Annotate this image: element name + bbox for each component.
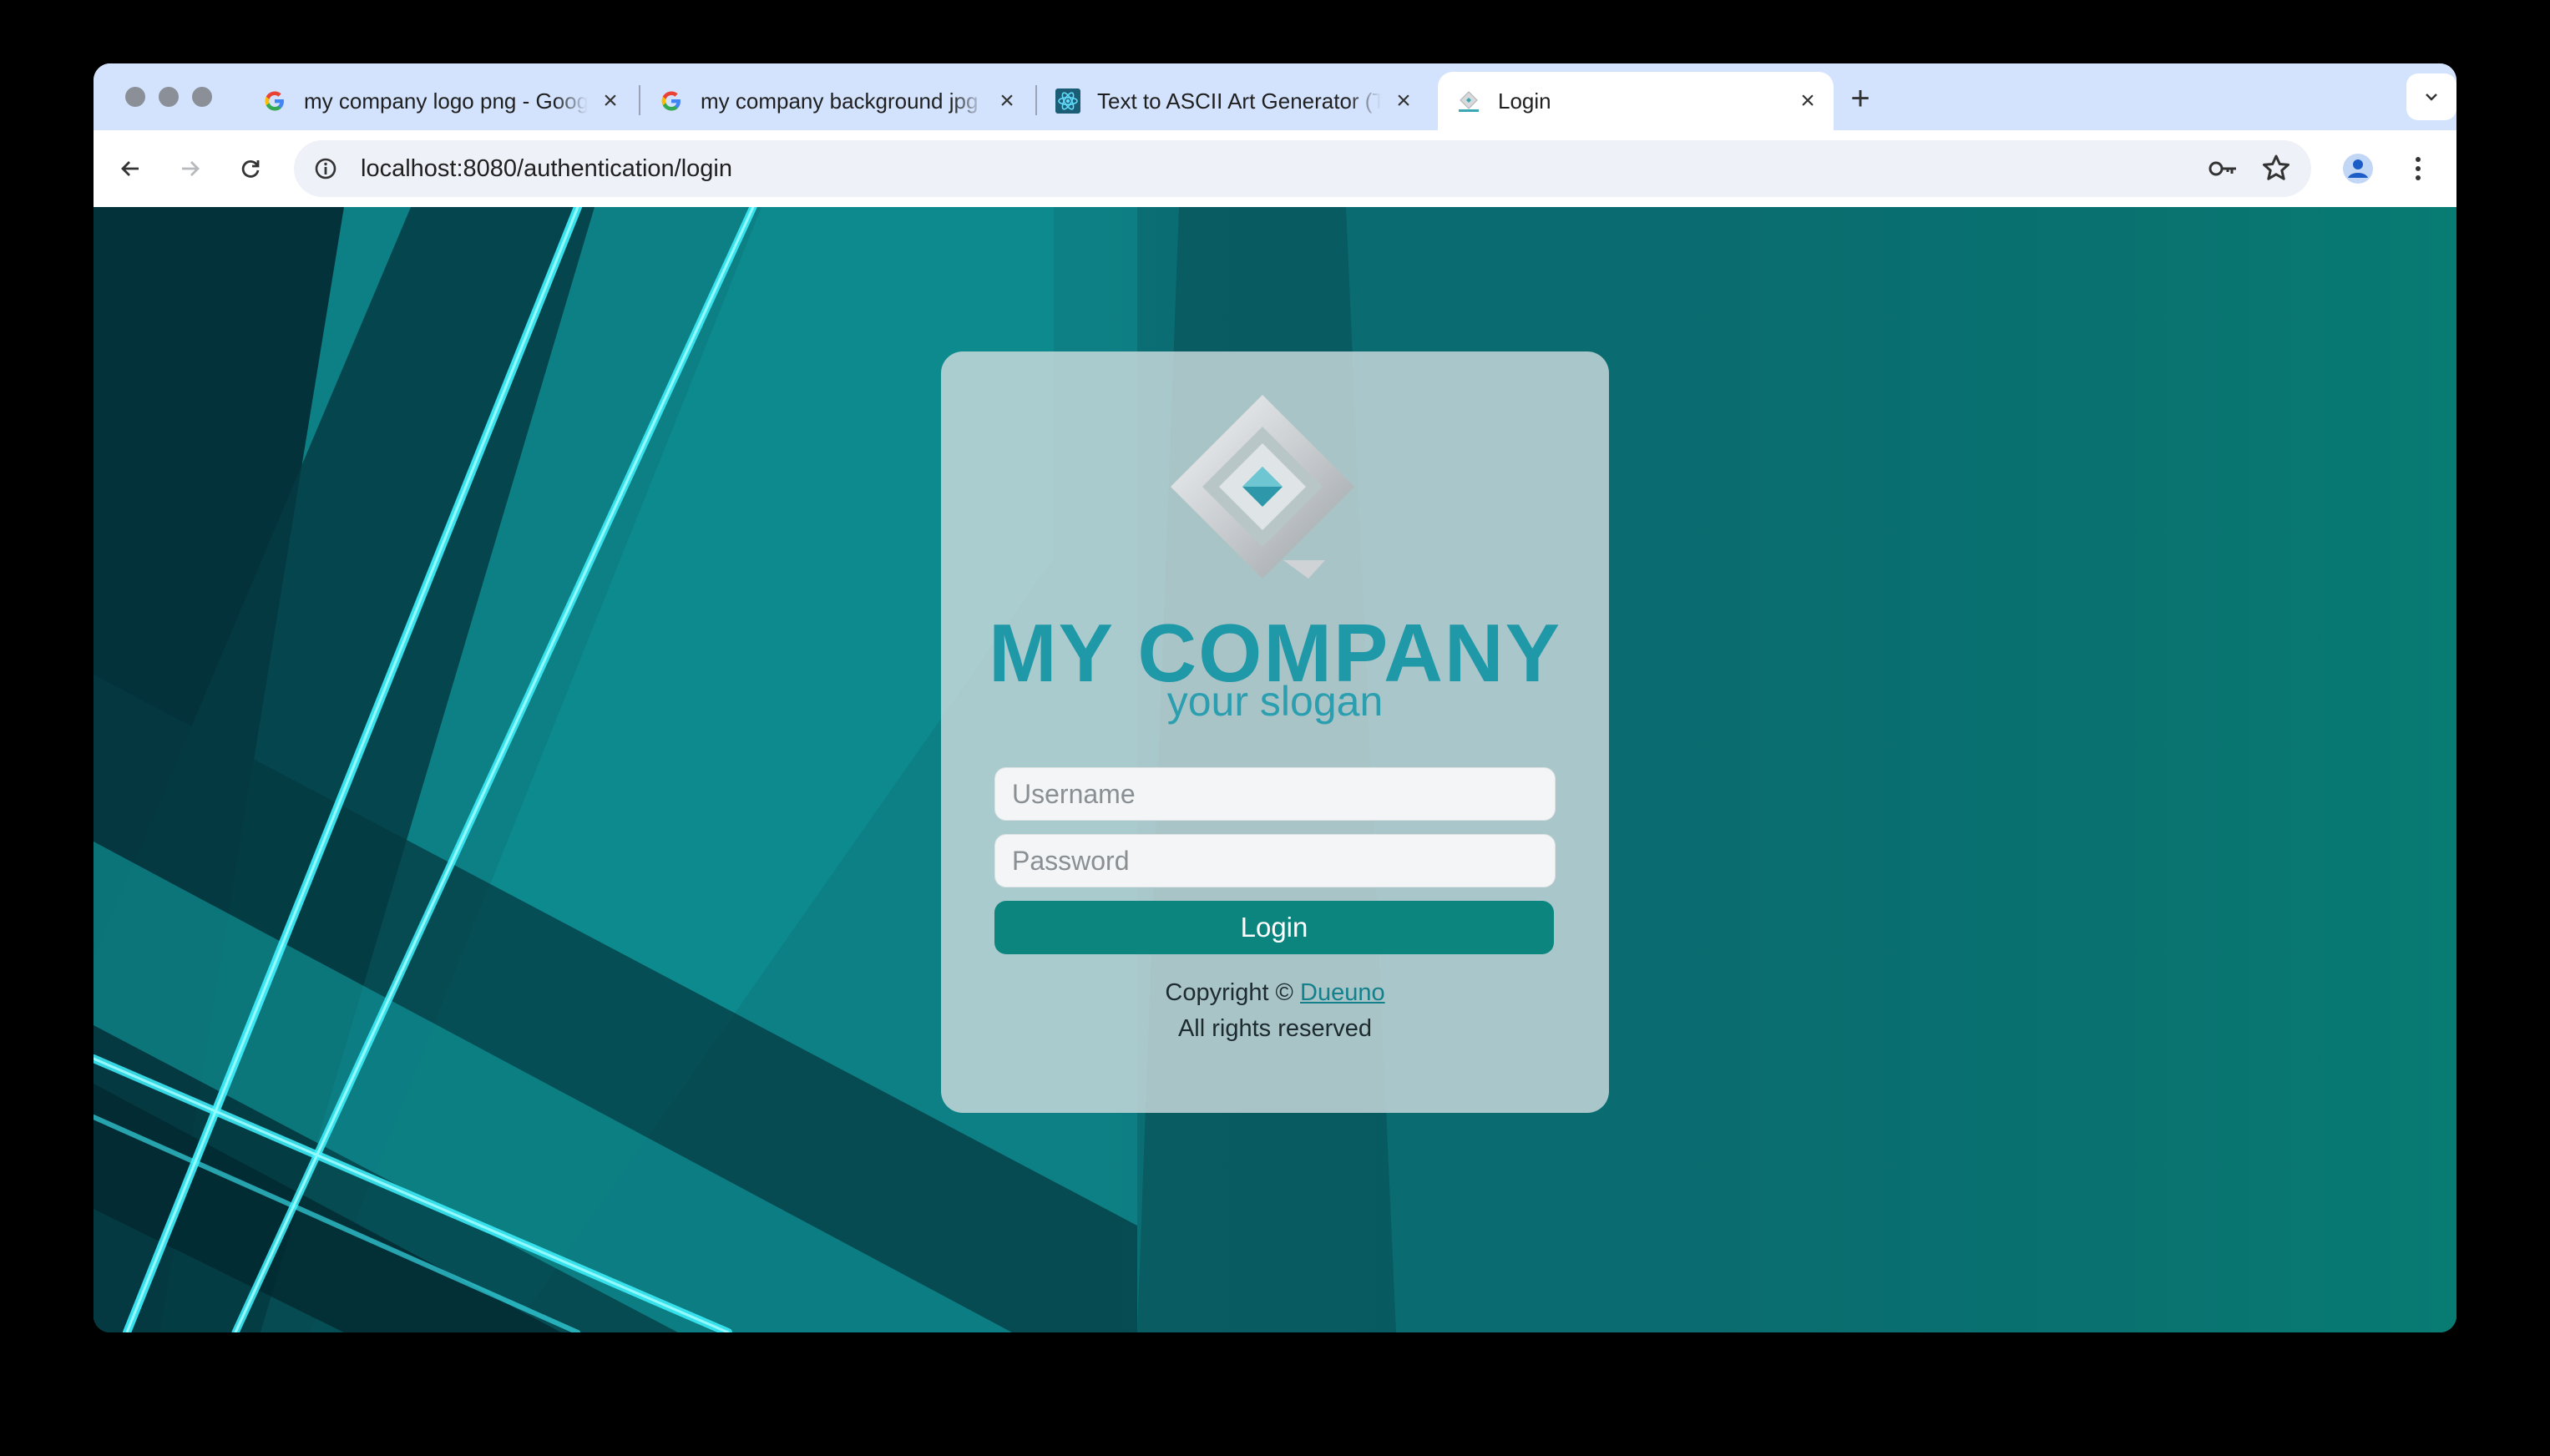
react-icon (1055, 88, 1080, 114)
tab-search-button[interactable] (2406, 73, 2456, 120)
tab-login[interactable]: Login × (1438, 72, 1834, 130)
tab-ascii-art-generator[interactable]: Text to ASCII Art Generator (TAAG) × (1037, 72, 1429, 130)
close-tab-icon[interactable]: × (994, 87, 1019, 114)
chevron-down-icon (2426, 94, 2437, 101)
site-info-icon[interactable] (309, 152, 342, 185)
copyright-text: Copyright © (1165, 979, 1293, 1006)
login-button[interactable]: Login (994, 901, 1554, 954)
new-tab-button[interactable]: + (1842, 80, 1879, 117)
company-logo (1171, 395, 1354, 579)
address-bar[interactable]: localhost:8080/authentication/login (294, 140, 2311, 197)
google-icon (262, 88, 287, 114)
profile-avatar-icon[interactable] (2341, 152, 2375, 185)
reload-icon (241, 160, 260, 178)
arrow-right-icon (182, 161, 200, 176)
close-window-button[interactable] (125, 87, 145, 107)
browser-window: my company logo png - Google Search × my… (94, 63, 2456, 1332)
browser-menu-icon[interactable] (2401, 152, 2435, 185)
google-icon (659, 88, 684, 114)
browser-toolbar: localhost:8080/authentication/login (94, 130, 2456, 207)
reload-button[interactable] (230, 149, 271, 189)
login-page: MY COMPANY your slogan Login Copyright ©… (94, 207, 2456, 1332)
tab-title: my company background jpg - Google Searc… (701, 88, 984, 114)
close-tab-icon[interactable]: × (1391, 87, 1416, 114)
rights-text: All rights reserved (1177, 1015, 1373, 1042)
bookmark-star-icon[interactable] (2259, 152, 2293, 185)
username-input[interactable] (994, 767, 1556, 821)
password-key-icon[interactable] (2206, 152, 2239, 185)
brand-slogan: your slogan (1166, 678, 1384, 725)
copyright-line: Copyright © Dueuno (941, 979, 1609, 1007)
dueuno-link[interactable]: Dueuno (1300, 979, 1385, 1006)
minimize-window-button[interactable] (159, 87, 179, 107)
tab-google-logo-search[interactable]: my company logo png - Google Search × (244, 72, 636, 130)
close-tab-icon[interactable]: × (1795, 87, 1820, 114)
tab-strip: my company logo png - Google Search × my… (94, 63, 2456, 130)
login-card: MY COMPANY your slogan Login Copyright ©… (941, 351, 1609, 1113)
tab-google-background-search[interactable]: my company background jpg - Google Searc… (640, 72, 1033, 130)
maximize-window-button[interactable] (192, 87, 212, 107)
close-tab-icon[interactable]: × (598, 87, 623, 114)
company-logo-icon (1456, 88, 1481, 114)
tab-title: Text to ASCII Art Generator (TAAG) (1097, 88, 1381, 114)
back-button[interactable] (110, 149, 150, 189)
forward-button[interactable] (170, 149, 210, 189)
tab-title: Login (1498, 88, 1551, 114)
url-text[interactable]: localhost:8080/authentication/login (361, 155, 732, 183)
arrow-left-icon (121, 161, 139, 176)
tab-title: my company logo png - Google Search (304, 88, 588, 114)
password-input[interactable] (994, 834, 1556, 887)
